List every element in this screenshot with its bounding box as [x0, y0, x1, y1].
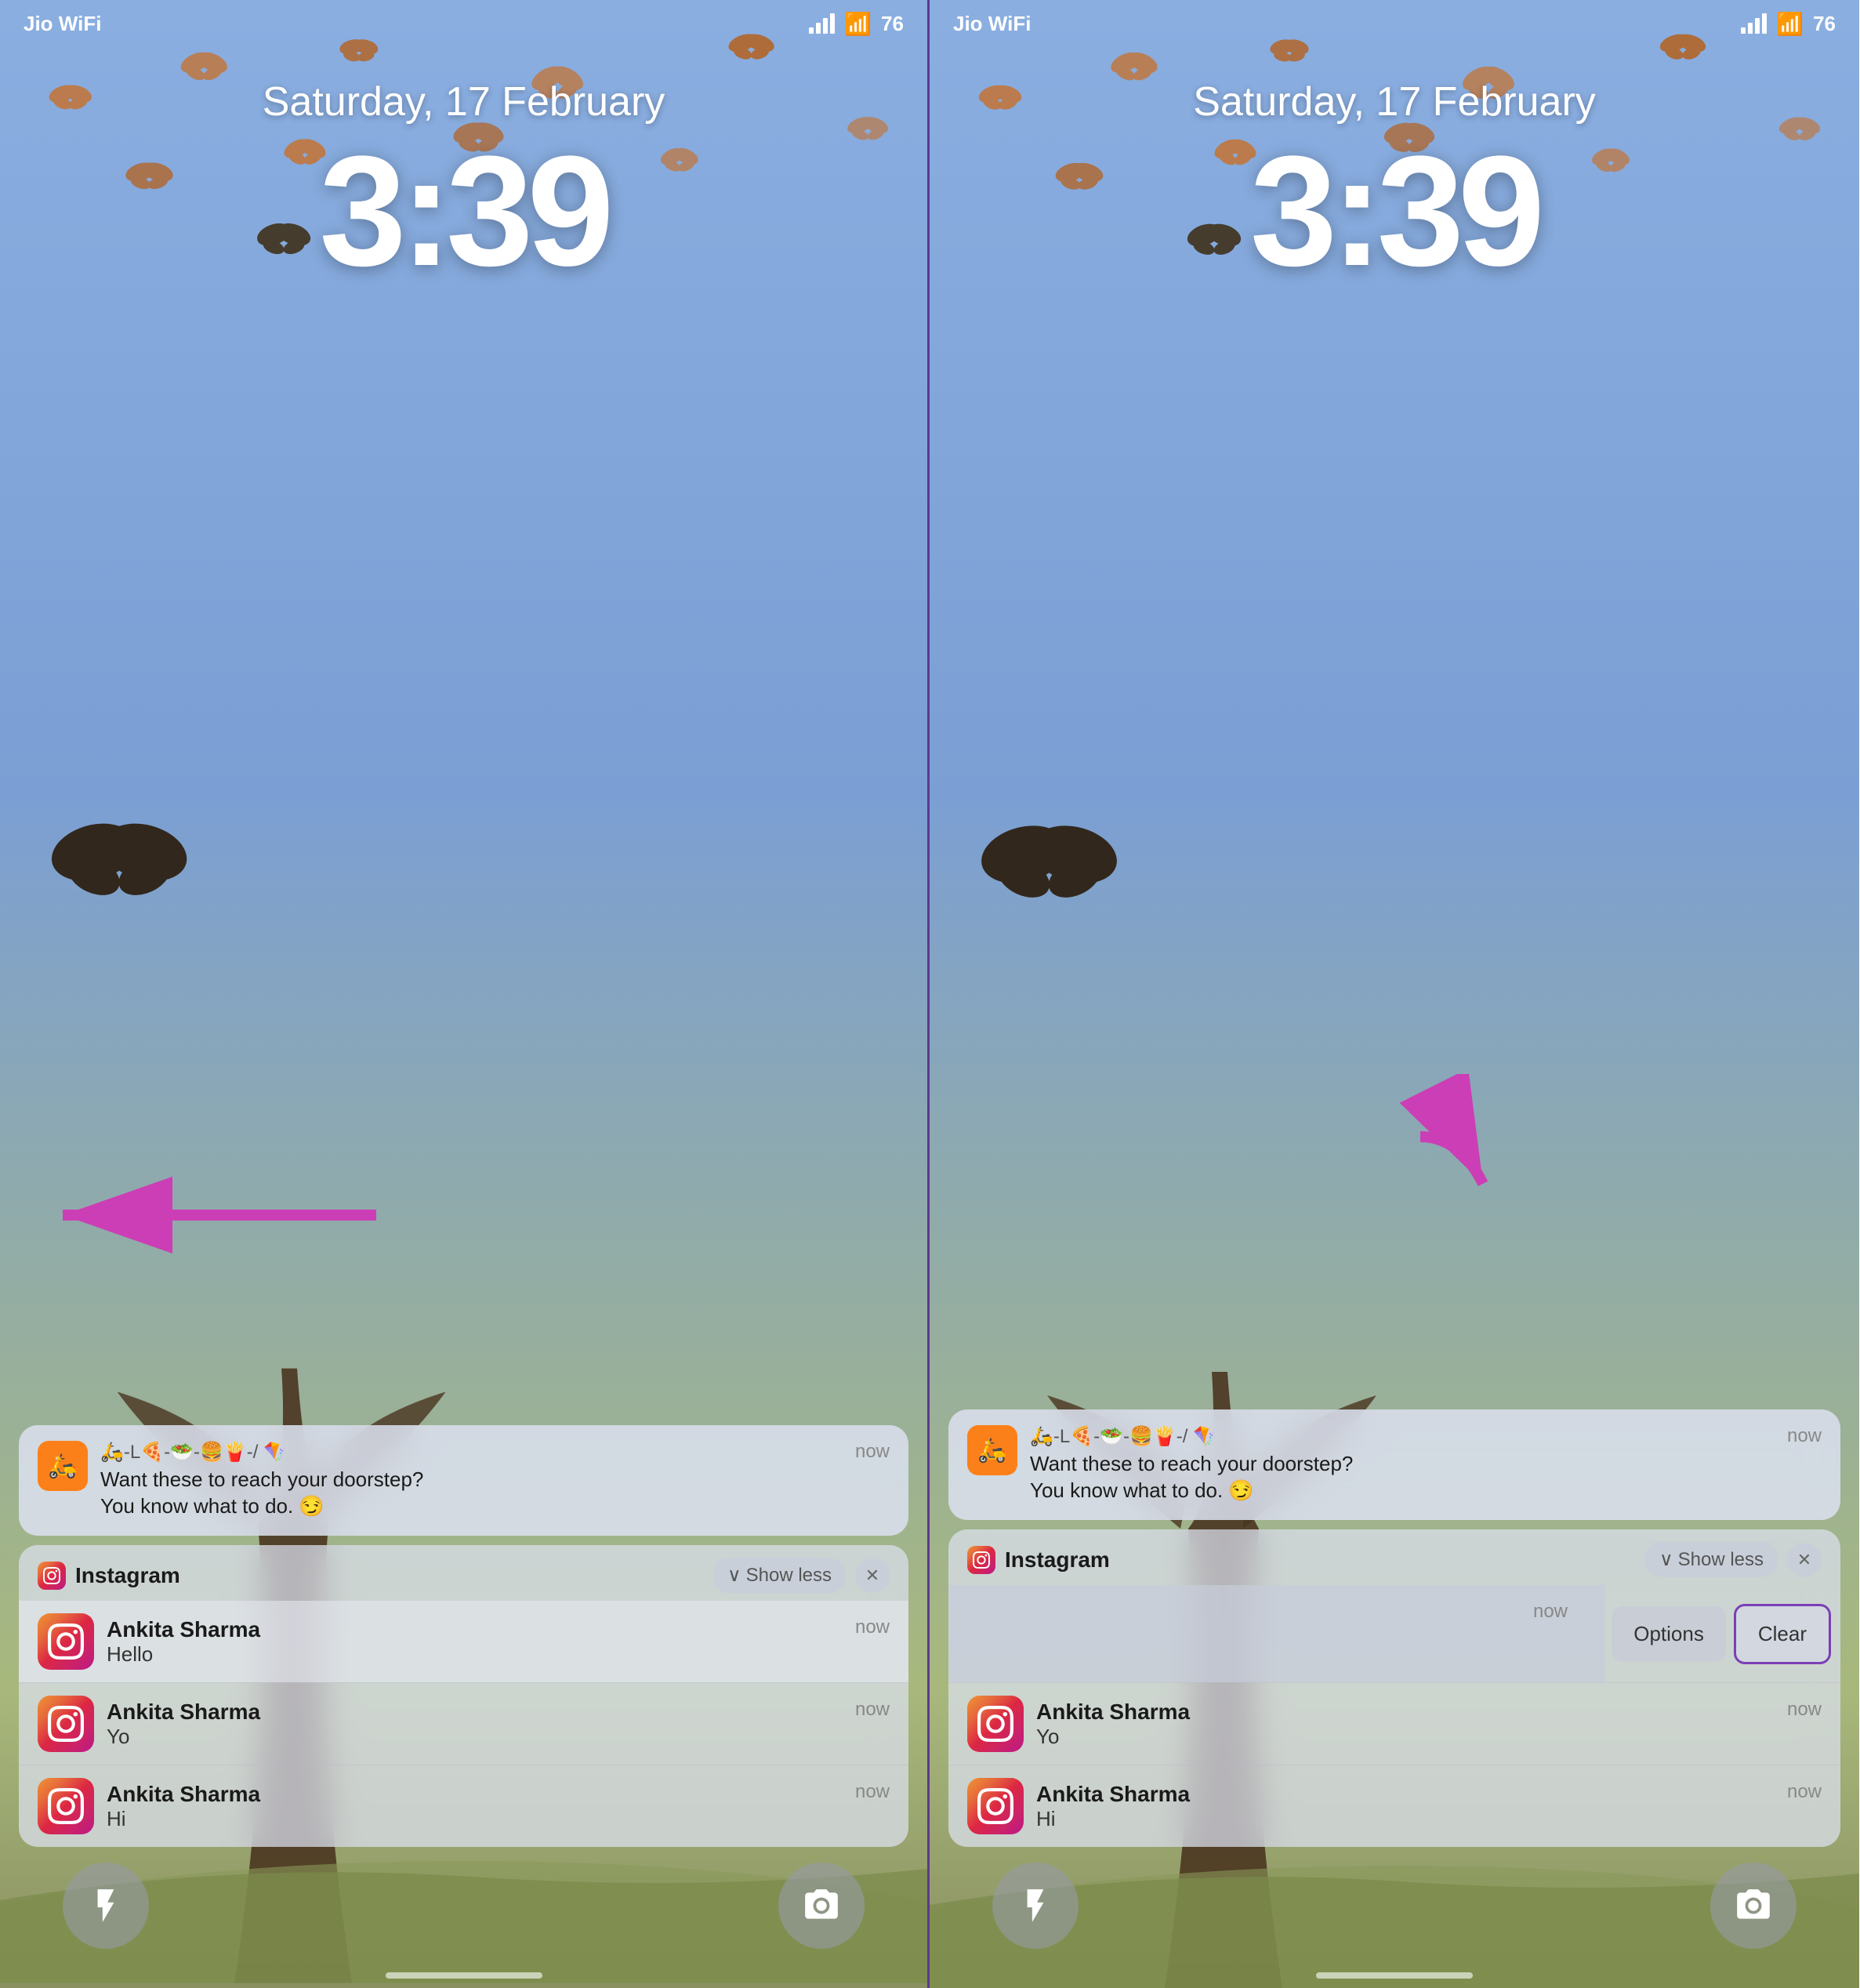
ig-notif-row-swiped-right[interactable]: now: [948, 1585, 1605, 1682]
food-notif-left[interactable]: 🛵 🛵-L🍕-🥗-🍔🍟-/ 🪁 now Want these to reach …: [19, 1425, 908, 1536]
wifi-icon-left: 📶: [844, 11, 872, 37]
status-right-left: 📶 76: [809, 11, 904, 37]
right-screen: Jio WiFi 📶 76 Saturday, 17 February 3:39…: [930, 0, 1859, 1988]
clock-time-right: 3:39: [930, 133, 1859, 290]
clear-btn-right[interactable]: Clear: [1734, 1604, 1831, 1664]
swipe-actions-right: Options Clear: [1602, 1585, 1840, 1682]
food-notif-time-right: now: [1787, 1425, 1822, 1448]
show-less-btn-left[interactable]: ∨ Show less: [713, 1558, 846, 1593]
ig-icon-3-right: [967, 1778, 1024, 1834]
status-bar-left: Jio WiFi 📶 76: [0, 0, 927, 47]
food-notif-content-right: 🛵-L🍕-🥗-🍔🍟-/ 🪁 now Want these to reach yo…: [1030, 1425, 1822, 1504]
instagram-header-left: Instagram ∨ Show less ✕: [19, 1545, 908, 1601]
close-btn-right[interactable]: ✕: [1787, 1543, 1822, 1577]
wifi-icon-right: 📶: [1776, 11, 1804, 37]
ig-notif-row-3-left[interactable]: Ankita Sharma Hi now: [19, 1765, 908, 1847]
ig-first-row-container-right: now Options Clear: [948, 1585, 1840, 1682]
ig-notif-content-2-left: Ankita Sharma Yo: [107, 1700, 843, 1749]
close-btn-left[interactable]: ✕: [855, 1558, 890, 1593]
ig-notif-content-2-right: Ankita Sharma Yo: [1036, 1700, 1775, 1749]
ig-notif-content-3-right: Ankita Sharma Hi: [1036, 1782, 1775, 1831]
food-app-name-right: 🛵-L🍕-🥗-🍔🍟-/ 🪁: [1030, 1425, 1216, 1448]
notifications-area-left: 🛵 🛵-L🍕-🥗-🍔🍟-/ 🪁 now Want these to reach …: [0, 1425, 927, 1847]
instagram-label-left: Instagram: [75, 1563, 704, 1588]
battery-left: 76: [881, 12, 904, 36]
food-notif-text-left: Want these to reach your doorstep? You k…: [100, 1467, 890, 1520]
food-notif-content-left: 🛵-L🍕-🥗-🍔🍟-/ 🪁 now Want these to reach yo…: [100, 1441, 890, 1520]
ig-icon-3-left: [38, 1778, 94, 1834]
flashlight-btn-left[interactable]: [63, 1863, 149, 1949]
home-indicator-left: [386, 1972, 542, 1979]
camera-btn-left[interactable]: [778, 1863, 865, 1949]
clock-date-left: Saturday, 17 February: [0, 78, 927, 125]
notifications-area-right: 🛵 🛵-L🍕-🥗-🍔🍟-/ 🪁 now Want these to reach …: [930, 1409, 1859, 1847]
ig-notif-row-3-right[interactable]: Ankita Sharma Hi now: [948, 1765, 1840, 1847]
clock-area-left: Saturday, 17 February 3:39: [0, 78, 927, 290]
food-notif-icon-left: 🛵: [38, 1441, 88, 1491]
signal-icon-left: [809, 13, 835, 34]
ig-notif-content-1-left: Ankita Sharma Hello: [107, 1617, 843, 1667]
food-notif-time-left: now: [855, 1441, 890, 1464]
carrier-left: Jio WiFi: [24, 12, 101, 36]
clock-date-right: Saturday, 17 February: [930, 78, 1859, 125]
instagram-label-right: Instagram: [1005, 1547, 1636, 1573]
ig-notif-row-2-left[interactable]: Ankita Sharma Yo now: [19, 1682, 908, 1765]
ig-notif-content-3-left: Ankita Sharma Hi: [107, 1782, 843, 1831]
instagram-group-left: Instagram ∨ Show less ✕ Ankita Sharma He…: [19, 1545, 908, 1847]
flashlight-btn-right[interactable]: [992, 1863, 1079, 1949]
svg-text:🛵: 🛵: [48, 1453, 77, 1480]
instagram-logo-left: [38, 1562, 66, 1590]
instagram-header-right: Instagram ∨ Show less ✕: [948, 1529, 1840, 1585]
chevron-down-icon-right: ∨: [1659, 1548, 1673, 1571]
show-less-btn-right[interactable]: ∨ Show less: [1645, 1542, 1778, 1577]
instagram-group-right: Instagram ∨ Show less ✕: [948, 1529, 1840, 1847]
ig-icon-2-right: [967, 1696, 1024, 1752]
food-notif-header-right: 🛵-L🍕-🥗-🍔🍟-/ 🪁 now: [1030, 1425, 1822, 1448]
ig-notif-row-1-left[interactable]: Ankita Sharma Hello now: [19, 1601, 908, 1682]
food-app-name-left: 🛵-L🍕-🥗-🍔🍟-/ 🪁: [100, 1441, 287, 1464]
ig-notif-row-2-right[interactable]: Ankita Sharma Yo now: [948, 1682, 1840, 1765]
status-bar-right: Jio WiFi 📶 76: [930, 0, 1859, 47]
camera-btn-right[interactable]: [1710, 1863, 1797, 1949]
svg-text:🛵: 🛵: [977, 1437, 1006, 1464]
instagram-logo-right: [967, 1546, 995, 1574]
bottom-controls-left: [0, 1863, 927, 1949]
clock-area-right: Saturday, 17 February 3:39: [930, 78, 1859, 290]
bottom-controls-right: [930, 1863, 1859, 1949]
ig-icon-2-left: [38, 1696, 94, 1752]
food-notif-text-right: Want these to reach your doorstep? You k…: [1030, 1451, 1822, 1504]
status-right-right: 📶 76: [1741, 11, 1836, 37]
ig-icon-1-left: [38, 1613, 94, 1670]
carrier-right: Jio WiFi: [953, 12, 1031, 36]
home-indicator-right: [1316, 1972, 1473, 1979]
chevron-down-icon-left: ∨: [727, 1564, 741, 1587]
food-notif-right[interactable]: 🛵 🛵-L🍕-🥗-🍔🍟-/ 🪁 now Want these to reach …: [948, 1409, 1840, 1520]
options-btn-right[interactable]: Options: [1612, 1606, 1726, 1662]
clock-time-left: 3:39: [0, 133, 927, 290]
food-notif-icon-right: 🛵: [967, 1425, 1017, 1475]
food-notif-header-left: 🛵-L🍕-🥗-🍔🍟-/ 🪁 now: [100, 1441, 890, 1464]
signal-icon-right: [1741, 13, 1767, 34]
battery-right: 76: [1813, 12, 1836, 36]
left-screen: Jio WiFi 📶 76 Saturday, 17 February 3:39…: [0, 0, 930, 1988]
